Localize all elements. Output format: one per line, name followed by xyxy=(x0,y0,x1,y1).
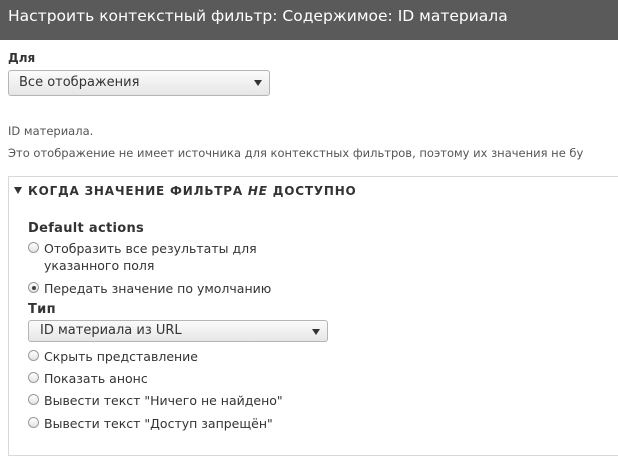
radio-option-label: Скрыть представление xyxy=(44,349,198,364)
radio-button-checked[interactable] xyxy=(28,282,39,293)
radio-button[interactable] xyxy=(28,417,39,428)
default-type-select-value: ID материала из URL xyxy=(40,323,182,338)
collapse-triangle-icon xyxy=(14,187,22,194)
radio-option-label: Передать значение по умолчанию xyxy=(44,281,272,296)
radio-option-label: Вывести текст "Доступ запрещён" xyxy=(44,416,273,431)
legend-text-before: КОГДА ЗНАЧЕНИЕ ФИЛЬТРА xyxy=(28,184,248,198)
radio-button[interactable] xyxy=(28,372,39,383)
chevron-down-icon xyxy=(254,80,262,86)
dialog-title: Настроить контекстный фильтр: Содержимое… xyxy=(8,7,508,25)
legend-text-emphasis: НЕ xyxy=(247,184,268,198)
dialog-title-bar: Настроить контекстный фильтр: Содержимое… xyxy=(0,0,618,40)
for-label: Для xyxy=(8,51,36,65)
radio-button[interactable] xyxy=(28,242,39,253)
fieldset-legend-toggle[interactable]: КОГДА ЗНАЧЕНИЕ ФИЛЬТРА НЕ ДОСТУПНО xyxy=(14,184,357,198)
filter-unavailable-fieldset xyxy=(8,176,618,456)
chevron-down-icon xyxy=(312,329,320,335)
display-select-value: Все отображения xyxy=(19,75,140,90)
radio-button[interactable] xyxy=(28,350,39,361)
radio-option-label: Показать анонс xyxy=(44,371,148,386)
radio-option-label: Вывести текст "Ничего не найдено" xyxy=(44,393,283,408)
display-select[interactable]: Все отображения xyxy=(8,70,270,96)
default-type-select[interactable]: ID материала из URL xyxy=(28,320,328,342)
radio-button[interactable] xyxy=(28,394,39,405)
legend-text-after: ДОСТУПНО xyxy=(267,184,357,198)
radio-option-label: Отобразить все результаты для указанного … xyxy=(44,241,257,273)
no-source-notice: Это отображение не имеет источника для к… xyxy=(8,146,584,160)
field-description: ID материала. xyxy=(8,124,94,138)
type-label: Тип xyxy=(28,302,56,317)
default-actions-label: Default actions xyxy=(28,221,145,236)
